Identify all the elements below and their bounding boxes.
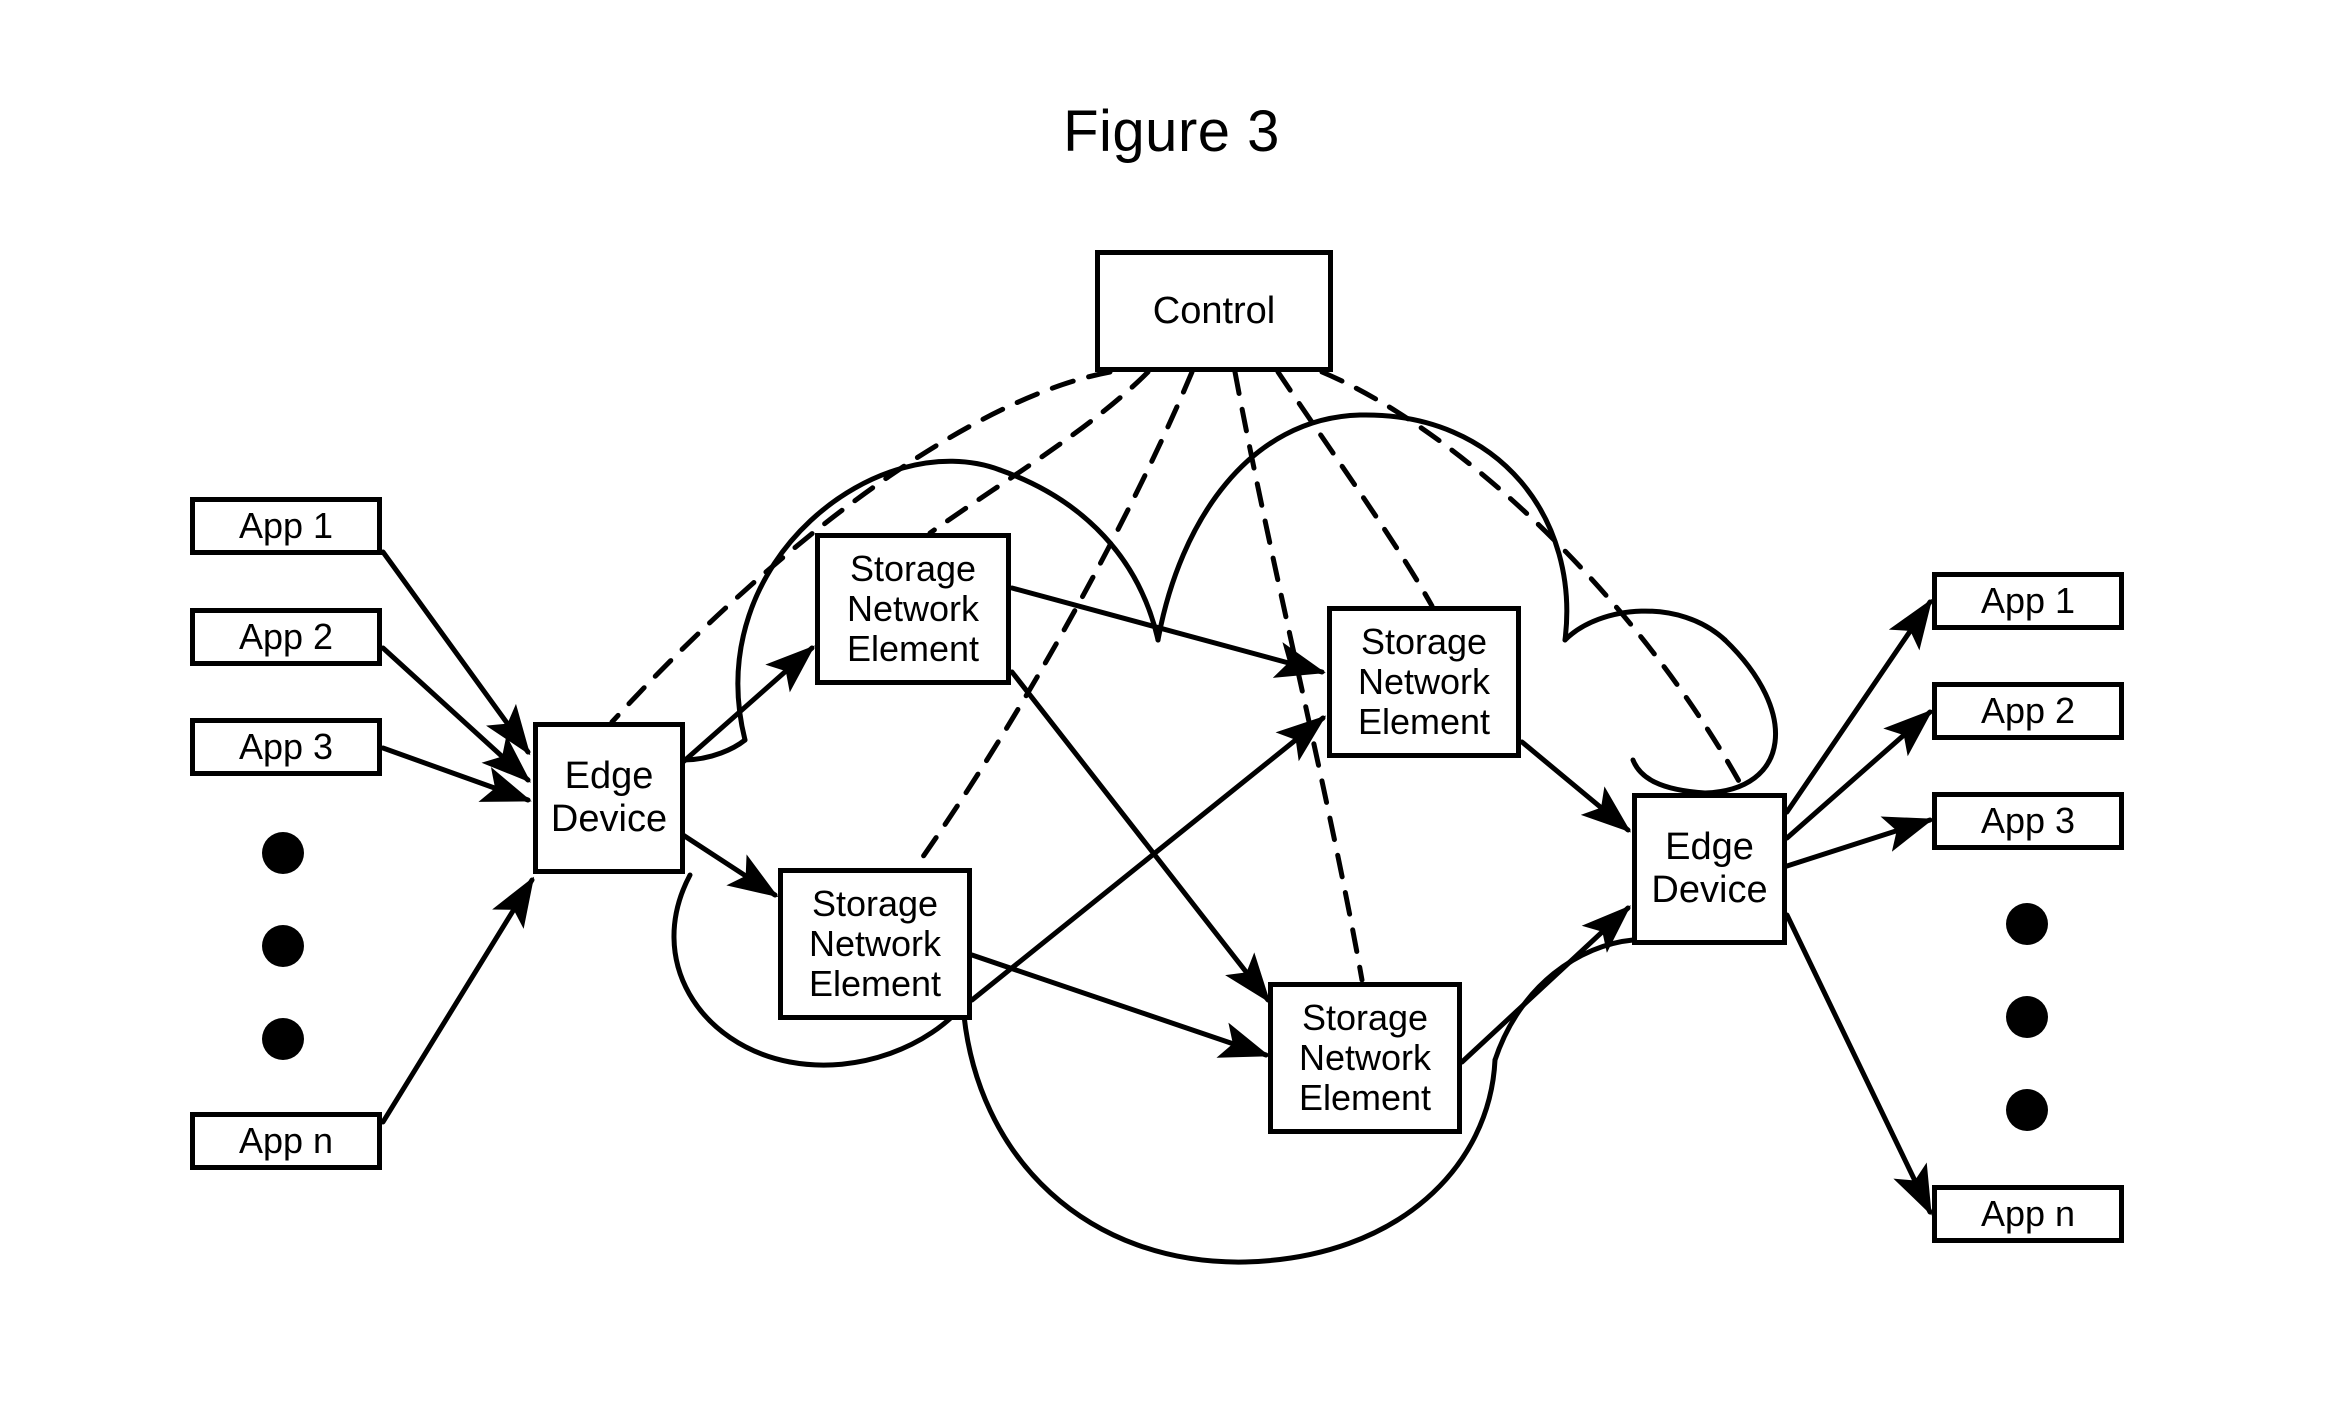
control-label: Control [1152, 289, 1276, 332]
arrow-left-app-1-to-edge [380, 549, 531, 756]
arrow-sne-3-to-sne-4 [969, 952, 1270, 1058]
storage-network-element-2[interactable]: Storage Network Element [1327, 606, 1521, 758]
edge-device-right-line1: Edge [1665, 826, 1754, 869]
arrow-sne-1-to-sne-4 [1009, 669, 1271, 1004]
figure-canvas: Figure 3 Control Edge Device Edge Device… [0, 0, 2343, 1410]
sne-4-line3: Element [1298, 1077, 1432, 1119]
sne-1-line1: Storage [849, 547, 977, 589]
right-ellipsis-dot-2 [2006, 996, 2048, 1038]
sne-4-line1: Storage [1301, 996, 1429, 1038]
sne-2-line3: Element [1357, 701, 1491, 743]
storage-network-element-3[interactable]: Storage Network Element [778, 868, 972, 1020]
right-app-3-label: App 3 [1980, 799, 2076, 841]
arrow-left-app-2-to-edge [380, 645, 531, 783]
left-app-n-label: App n [238, 1119, 334, 1161]
arrow-edge-left-to-sne-1 [680, 645, 815, 765]
control-box[interactable]: Control [1095, 250, 1333, 372]
sne-4-line2: Network [1298, 1036, 1432, 1078]
right-app-2-label: App 2 [1980, 689, 2076, 731]
left-app-arrows [380, 549, 535, 1125]
sne-3-line2: Network [808, 922, 942, 964]
control-link-sne-1 [927, 369, 1151, 536]
sne-1-line3: Element [846, 628, 980, 670]
right-ellipsis-dot-3 [2006, 1089, 2048, 1131]
left-app-n[interactable]: App n [190, 1112, 382, 1170]
left-app-2[interactable]: App 2 [190, 608, 382, 666]
right-app-1-label: App 1 [1980, 579, 2076, 621]
arrow-edge-left-to-sne-3 [680, 832, 779, 898]
left-app-3-label: App 3 [238, 725, 334, 767]
control-link-sne-2 [1275, 369, 1435, 609]
arrow-left-app-n-to-edge [380, 876, 535, 1125]
left-app-2-label: App 2 [238, 615, 334, 657]
sne-2-line2: Network [1357, 660, 1491, 702]
edge-device-left-line2: Device [550, 798, 668, 840]
edge-device-right[interactable]: Edge Device [1632, 793, 1787, 945]
left-ellipsis-dot-1 [262, 832, 304, 874]
arrow-edge-right-to-app-n [1784, 912, 1933, 1216]
arrow-sne-3-to-sne-2 [969, 715, 1327, 1003]
storage-network-element-1[interactable]: Storage Network Element [815, 533, 1011, 685]
right-app-n[interactable]: App n [1932, 1185, 2124, 1243]
left-ellipsis-dot-3 [262, 1018, 304, 1060]
right-app-2[interactable]: App 2 [1932, 682, 2124, 740]
arrow-edge-right-to-app-2 [1784, 709, 1934, 841]
right-app-3[interactable]: App 3 [1932, 792, 2124, 850]
edge-device-right-line2: Device [1651, 869, 1768, 911]
sne-3-line1: Storage [811, 882, 939, 924]
arrow-edge-right-to-app-3 [1784, 816, 1934, 869]
arrow-sne-2-to-edge-right [1519, 739, 1632, 833]
arrow-edge-right-to-app-1 [1784, 598, 1933, 815]
sne-3-line3: Element [808, 963, 942, 1005]
edge-left-out-arrows [680, 645, 815, 898]
arrow-left-app-3-to-edge [380, 745, 532, 803]
arrow-sne-4-to-edge-right [1459, 905, 1631, 1065]
left-app-1-label: App 1 [238, 504, 334, 546]
sne-1-line2: Network [846, 587, 980, 629]
right-app-n-label: App n [1980, 1192, 2076, 1234]
left-app-1[interactable]: App 1 [190, 497, 382, 555]
edge-device-left-line1: Edge [564, 755, 654, 798]
sne-2-line1: Storage [1360, 620, 1488, 662]
left-app-3[interactable]: App 3 [190, 718, 382, 776]
edge-right-in-arrows [1459, 739, 1632, 1065]
storage-network-element-4[interactable]: Storage Network Element [1268, 982, 1462, 1134]
right-ellipsis-dot-1 [2006, 903, 2048, 945]
edge-device-left[interactable]: Edge Device [533, 722, 685, 874]
right-app-1[interactable]: App 1 [1932, 572, 2124, 630]
right-app-arrows [1784, 598, 1934, 1216]
left-ellipsis-dot-2 [262, 925, 304, 967]
